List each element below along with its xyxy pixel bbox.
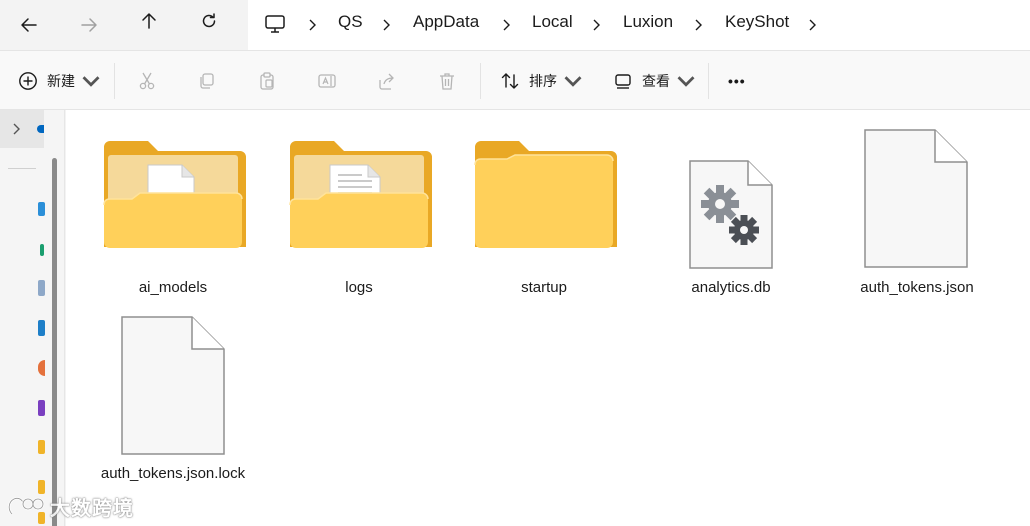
- sort-button[interactable]: 排序: [500, 69, 583, 93]
- chevron-down-icon: [677, 76, 695, 87]
- delete-button[interactable]: [437, 69, 457, 93]
- address-row: QS AppData Local Luxion KeyShot: [0, 0, 1030, 50]
- desktop-icon[interactable]: [38, 202, 45, 216]
- back-arrow-icon: [21, 18, 37, 32]
- watermark: 大数跨境: [6, 492, 134, 521]
- new-button[interactable]: 新建: [18, 69, 101, 93]
- navigation-pane: [0, 110, 65, 526]
- forward-arrow-icon: [81, 18, 97, 32]
- chevron-right-icon[interactable]: [806, 18, 820, 32]
- file-list: ai_models logs startup analytics.db auth…: [66, 110, 1030, 526]
- database-file-icon: [656, 125, 806, 275]
- watermark-logo-icon: [8, 496, 45, 515]
- pictures-icon[interactable]: [38, 320, 45, 336]
- rename-icon: [318, 74, 336, 88]
- forward-button[interactable]: [74, 10, 104, 40]
- file-name: analytics.db: [691, 279, 771, 296]
- up-arrow-icon: [142, 13, 156, 29]
- documents-icon[interactable]: [38, 280, 45, 296]
- folder-icon: [98, 125, 248, 275]
- chevron-right-icon[interactable]: [590, 18, 604, 32]
- file-item[interactable]: ai_models: [98, 125, 248, 300]
- folder-icon: [469, 125, 619, 275]
- chevron-right-icon[interactable]: [692, 18, 706, 32]
- scissors-icon: [139, 72, 155, 90]
- plus-circle-icon: [19, 72, 37, 90]
- chevron-down-icon: [82, 76, 100, 87]
- breadcrumb-appdata[interactable]: AppData: [413, 12, 479, 32]
- folder-icon[interactable]: [38, 440, 45, 454]
- file-name: startup: [521, 279, 567, 296]
- sidebar-scrollbar[interactable]: [52, 158, 57, 526]
- view-button[interactable]: 查看: [613, 69, 696, 93]
- share-button[interactable]: [377, 69, 397, 93]
- back-button[interactable]: [14, 10, 44, 40]
- rename-button[interactable]: [317, 69, 337, 93]
- file-name: logs: [345, 279, 373, 296]
- refresh-button[interactable]: [194, 6, 224, 36]
- breadcrumb-local[interactable]: Local: [532, 12, 573, 32]
- breadcrumb-keyshot[interactable]: KeyShot: [725, 12, 789, 32]
- folder-icon: [284, 125, 434, 275]
- file-item[interactable]: logs: [284, 125, 434, 300]
- breadcrumb-qs[interactable]: QS: [338, 12, 363, 32]
- computer-icon[interactable]: [264, 13, 286, 35]
- breadcrumb-luxion[interactable]: Luxion: [623, 12, 673, 32]
- toolbar-divider: [708, 63, 709, 99]
- sort-arrows-icon: [501, 73, 519, 89]
- trash-icon: [440, 73, 454, 90]
- view-label: 查看: [642, 73, 670, 89]
- blank-file-icon: [98, 310, 248, 460]
- file-name: auth_tokens.json.lock: [100, 465, 246, 482]
- copy-icon: [200, 73, 214, 89]
- chevron-down-icon: [564, 76, 582, 87]
- downloads-icon[interactable]: [40, 244, 44, 256]
- new-label: 新建: [47, 73, 75, 89]
- home-icon: [37, 125, 44, 133]
- refresh-icon: [202, 13, 216, 28]
- toolbar-divider: [480, 63, 481, 99]
- chevron-right-icon[interactable]: [380, 18, 394, 32]
- videos-icon[interactable]: [38, 400, 45, 416]
- up-button[interactable]: [134, 6, 164, 36]
- file-item[interactable]: auth_tokens.json.lock: [98, 310, 248, 510]
- clipboard-icon: [260, 72, 274, 90]
- share-icon: [379, 73, 394, 90]
- more-icon: •••: [728, 73, 746, 89]
- watermark-text: 大数跨境: [50, 498, 134, 520]
- command-bar: 新建 排序 查看 •••: [0, 50, 1030, 110]
- more-options-button[interactable]: •••: [728, 69, 746, 93]
- file-name: auth_tokens.json: [860, 279, 974, 296]
- file-item[interactable]: auth_tokens.json: [842, 125, 992, 300]
- copy-button[interactable]: [197, 69, 217, 93]
- chevron-right-icon[interactable]: [306, 18, 320, 32]
- sidebar-divider: [8, 168, 36, 169]
- blank-file-icon: [842, 125, 992, 275]
- breadcrumb: QS AppData Local Luxion KeyShot: [248, 0, 1030, 50]
- view-icon: [615, 74, 631, 89]
- file-item[interactable]: analytics.db: [656, 125, 806, 300]
- file-name: ai_models: [138, 279, 208, 296]
- chevron-right-icon[interactable]: [500, 18, 514, 32]
- music-icon[interactable]: [38, 360, 45, 376]
- toolbar-divider: [114, 63, 115, 99]
- paste-button[interactable]: [257, 69, 277, 93]
- quick-access-row[interactable]: [0, 110, 44, 148]
- chevron-right-icon[interactable]: [12, 123, 22, 135]
- cut-button[interactable]: [137, 69, 157, 93]
- file-item[interactable]: startup: [469, 125, 619, 300]
- sort-label: 排序: [529, 73, 557, 89]
